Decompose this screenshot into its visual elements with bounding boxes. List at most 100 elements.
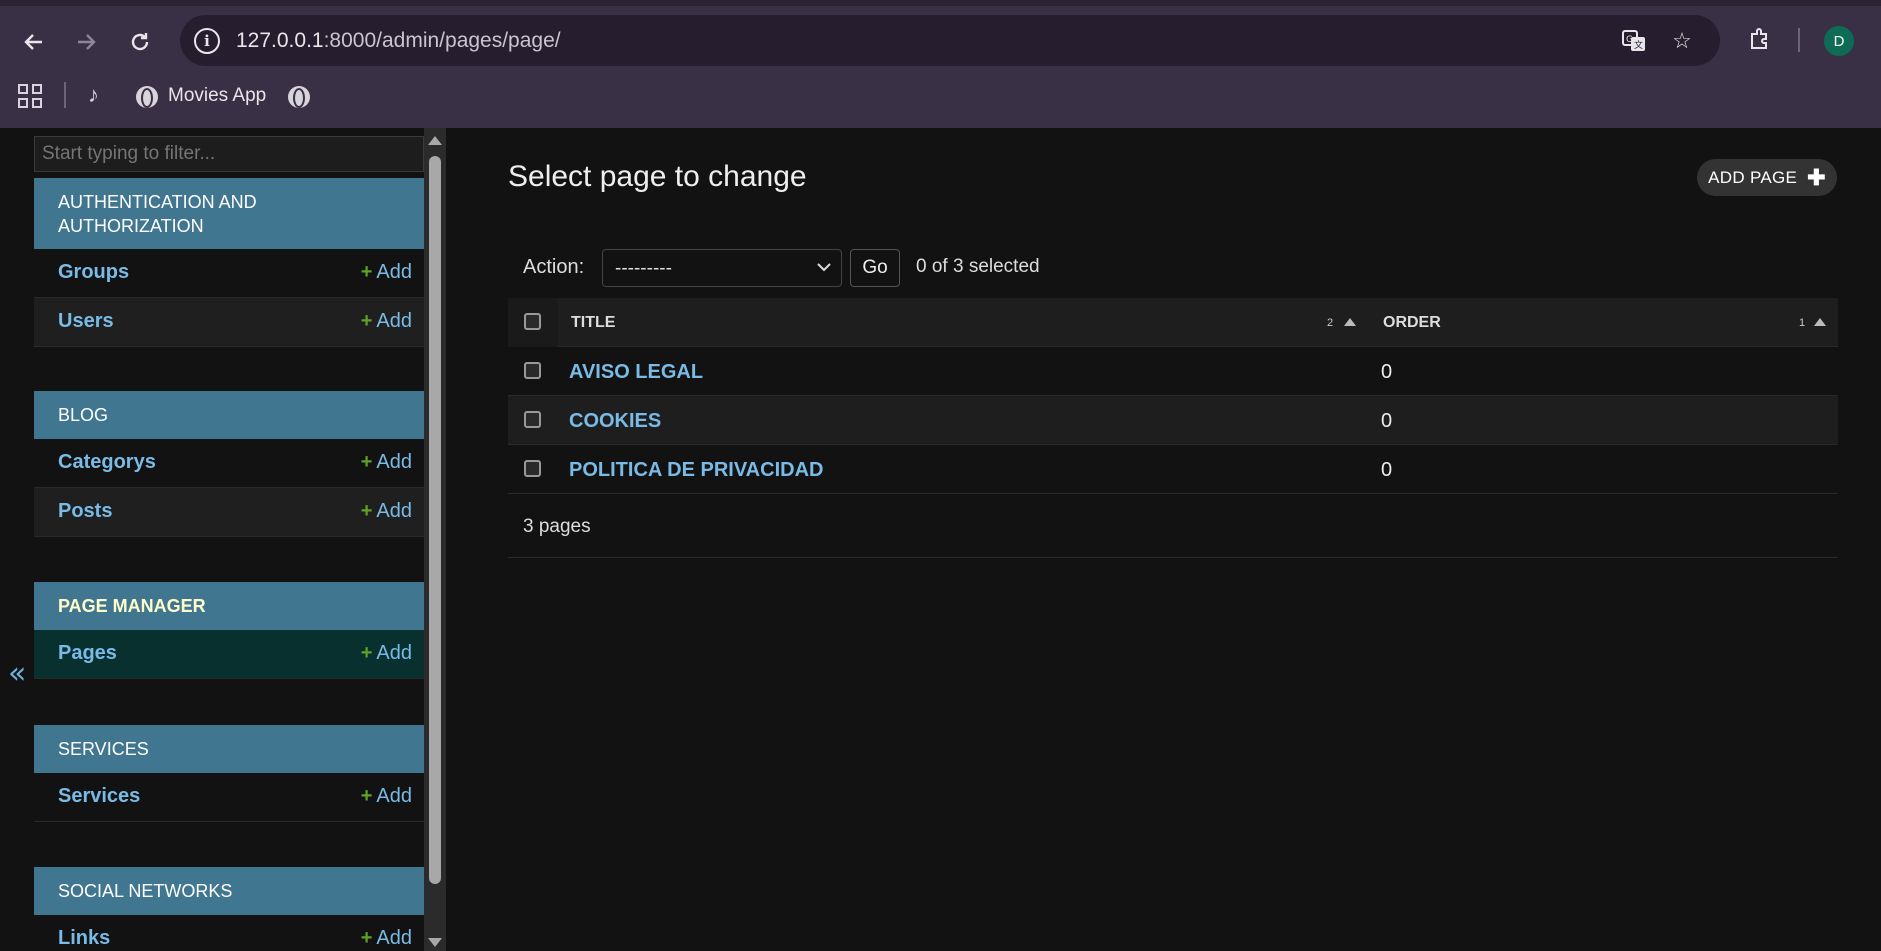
- add-categorys-link[interactable]: + Add: [361, 451, 412, 474]
- module-caption-social-networks[interactable]: SOCIAL NETWORKS: [34, 867, 424, 915]
- add-posts-link[interactable]: + Add: [361, 500, 412, 523]
- column-header-title[interactable]: TITLE: [571, 298, 615, 347]
- select-all-column: [508, 298, 558, 347]
- go-button[interactable]: Go: [850, 249, 900, 287]
- action-select[interactable]: ---------: [602, 249, 842, 287]
- module-caption-label: BLOG: [58, 405, 109, 425]
- model-link-posts[interactable]: Posts: [58, 500, 112, 523]
- row-order: 0: [1381, 459, 1393, 481]
- sort-ascending-icon[interactable]: [1814, 318, 1826, 326]
- bookmark-favicon-icon[interactable]: ♪: [88, 82, 99, 108]
- row-title-link[interactable]: POLITICA DE PRIVACIDAD: [569, 459, 823, 482]
- add-label: Add: [376, 642, 412, 664]
- add-label: Add: [376, 927, 412, 949]
- add-pages-link[interactable]: + Add: [361, 642, 412, 665]
- column-header-order[interactable]: ORDER: [1383, 298, 1441, 347]
- sidebar-item-services: Services + Add: [34, 773, 424, 822]
- apps-grid-icon[interactable]: [18, 84, 42, 108]
- page-title: Select page to change: [508, 160, 807, 193]
- site-info-icon[interactable]: i: [194, 28, 220, 54]
- add-users-link[interactable]: + Add: [361, 310, 412, 333]
- sidebar-toggle[interactable]: «: [0, 128, 34, 951]
- bookmark-star-icon[interactable]: ☆: [1668, 27, 1696, 55]
- row-checkbox[interactable]: [524, 411, 541, 428]
- add-label: Add: [376, 785, 412, 807]
- module-caption-auth[interactable]: AUTHENTICATION AND AUTHORIZATION: [34, 178, 424, 249]
- forward-button[interactable]: [68, 24, 104, 60]
- bookmarks-divider: [64, 82, 66, 108]
- plus-icon: +: [360, 451, 373, 473]
- result-count: 3 pages: [523, 516, 591, 537]
- table-row: POLITICA DE PRIVACIDAD 0: [508, 445, 1838, 494]
- scroll-up-arrow-icon[interactable]: [428, 136, 442, 145]
- profile-initial: D: [1833, 32, 1845, 50]
- sort-ascending-icon[interactable]: [1344, 318, 1356, 326]
- sidebar-item-users: Users + Add: [34, 298, 424, 347]
- model-link-links[interactable]: Links: [58, 927, 110, 950]
- table-row: AVISO LEGAL 0: [508, 347, 1838, 396]
- sort-priority-order: 1: [1799, 317, 1806, 329]
- svg-text:文: 文: [1634, 39, 1643, 51]
- table-row: COOKIES 0: [508, 396, 1838, 445]
- profile-avatar[interactable]: D: [1824, 26, 1854, 56]
- model-link-users[interactable]: Users: [58, 310, 114, 333]
- add-page-button[interactable]: ADD PAGE ✚: [1697, 159, 1837, 196]
- sidebar-item-posts: Posts + Add: [34, 488, 424, 537]
- forward-arrow-icon: [78, 34, 96, 50]
- plus-icon: +: [360, 785, 373, 807]
- add-label: Add: [376, 451, 412, 473]
- action-select-value: ---------: [615, 258, 672, 279]
- results-table: TITLE 2 ORDER 1 AVISO LEGAL 0 COOKIES 0 …: [508, 298, 1838, 558]
- scrollbar-thumb[interactable]: [429, 156, 441, 884]
- row-checkbox[interactable]: [524, 362, 541, 379]
- row-order: 0: [1381, 361, 1393, 383]
- model-link-groups[interactable]: Groups: [58, 261, 129, 284]
- bookmark-globe-icon[interactable]: [288, 86, 310, 108]
- add-label: Add: [376, 310, 412, 332]
- back-arrow-icon: [24, 34, 42, 50]
- module-caption-label: SERVICES: [58, 739, 149, 759]
- plus-icon: +: [360, 261, 373, 283]
- sidebar-item-links: Links + Add: [34, 915, 424, 951]
- add-services-link[interactable]: + Add: [361, 785, 412, 808]
- reload-button[interactable]: [122, 24, 158, 60]
- model-link-categorys[interactable]: Categorys: [58, 451, 156, 474]
- paginator: 3 pages: [508, 494, 1838, 558]
- back-button[interactable]: [16, 24, 52, 60]
- model-link-services[interactable]: Services: [58, 785, 140, 808]
- plus-icon: +: [360, 500, 373, 522]
- select-all-checkbox[interactable]: [524, 313, 541, 330]
- module-caption-blog[interactable]: BLOG: [34, 391, 424, 439]
- sort-priority-title: 2: [1327, 317, 1334, 329]
- module-caption-services[interactable]: SERVICES: [34, 725, 424, 773]
- url-host: 127.0.0.1: [236, 29, 324, 52]
- extensions-icon[interactable]: [1744, 24, 1776, 56]
- plus-icon: +: [360, 310, 373, 332]
- add-links-link[interactable]: + Add: [361, 927, 412, 950]
- row-checkbox[interactable]: [524, 460, 541, 477]
- toolbar-divider: [1798, 28, 1800, 52]
- module-caption-page-manager[interactable]: PAGE MANAGER: [34, 582, 424, 630]
- address-bar[interactable]: i 127.0.0.1:8000/admin/pages/page/ G文 ☆: [180, 15, 1720, 66]
- url-path: :8000/admin/pages/page/: [323, 29, 561, 52]
- add-groups-link[interactable]: + Add: [361, 261, 412, 284]
- add-page-label: ADD PAGE: [1708, 167, 1798, 187]
- row-title-link[interactable]: AVISO LEGAL: [569, 361, 703, 384]
- sidebar-scrollbar[interactable]: [424, 128, 446, 951]
- model-link-pages[interactable]: Pages: [58, 642, 117, 665]
- translate-icon[interactable]: G文: [1620, 27, 1648, 55]
- svg-text:G: G: [1626, 35, 1633, 45]
- scroll-down-arrow-icon[interactable]: [428, 938, 442, 947]
- add-label: Add: [376, 500, 412, 522]
- actions-bar: Action: --------- Go 0 of 3 selected: [508, 244, 1838, 294]
- nav-filter-input[interactable]: [34, 136, 424, 172]
- globe-icon: [136, 86, 158, 108]
- module-caption-label: PAGE MANAGER: [58, 596, 206, 616]
- address-url[interactable]: 127.0.0.1:8000/admin/pages/page/: [236, 29, 561, 53]
- sidebar-item-groups: Groups + Add: [34, 249, 424, 298]
- reload-icon: [131, 33, 149, 51]
- plus-icon: +: [360, 642, 373, 664]
- row-title-link[interactable]: COOKIES: [569, 410, 661, 433]
- collapse-sidebar-icon[interactable]: «: [8, 656, 26, 691]
- bookmark-movies-app[interactable]: Movies App: [168, 85, 266, 107]
